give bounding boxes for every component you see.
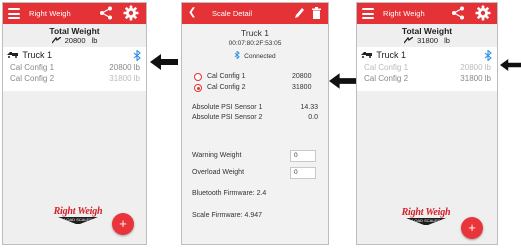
bluetooth-icon — [484, 50, 492, 61]
total-weight-unit: lb — [91, 36, 98, 45]
scale-icon — [404, 37, 414, 44]
share-icon[interactable] — [99, 6, 113, 20]
truck-card[interactable]: Truck 1 Cal Config 1 20800 lb Cal Config… — [357, 47, 497, 91]
plus-icon: + — [119, 216, 127, 231]
config-2-value: 31800 — [292, 84, 312, 91]
gear-icon[interactable] — [123, 5, 139, 21]
arrow-left-icon — [500, 59, 521, 71]
warning-weight-label: Warning Weight — [192, 152, 242, 159]
connection-status: Connected — [182, 50, 328, 60]
total-weight-readout: 31800 lb — [357, 36, 497, 45]
app-bar: ❮ Scale Detail — [182, 3, 328, 24]
truck-name: Truck 1 — [240, 28, 270, 38]
back-chevron-icon[interactable]: ❮ — [188, 7, 196, 18]
config-2-radio[interactable] — [194, 84, 202, 92]
total-weight-value: 20800 — [64, 36, 86, 45]
config-1-value: 20800 lb — [109, 63, 140, 72]
bluetooth-firmware: Bluetooth Firmware: 2.4 — [192, 190, 267, 197]
config-1-radio[interactable] — [194, 73, 202, 81]
total-weight-readout: 20800 lb — [3, 36, 146, 45]
phone-screen-right: Right Weigh Total Weight 31800 lb Truck … — [356, 2, 498, 245]
plus-icon: + — [468, 220, 476, 235]
truck-name: Truck 1 — [22, 50, 53, 60]
config-1-label: Cal Config 1 — [207, 73, 246, 80]
config-2-label: Cal Config 2 — [207, 84, 246, 91]
overload-weight-label: Overload Weight — [192, 169, 245, 176]
truck-row: Truck 1 — [7, 50, 52, 60]
warning-weight-input[interactable]: 0 — [290, 150, 316, 162]
arrow-left-icon — [150, 54, 178, 70]
total-weight-label: Total Weight — [401, 26, 453, 36]
config-2-value: 31800 lb — [460, 74, 491, 83]
total-weight-label: Total Weight — [49, 26, 100, 36]
mac-address: 00:07:80:2F:53:05 — [228, 40, 282, 47]
hamburger-menu-icon[interactable] — [8, 8, 20, 19]
config-1-value: 20800 lb — [460, 63, 491, 72]
right-weigh-logo: Right Weigh LOAD SCALES — [401, 207, 451, 225]
config-2-label: Cal Config 2 — [364, 74, 409, 83]
truck-row: Truck 1 — [361, 50, 406, 60]
add-button[interactable]: + — [461, 217, 483, 239]
hamburger-menu-icon[interactable] — [362, 8, 374, 19]
truck-card[interactable]: Truck 1 Cal Config 1 20800 lb Cal Config… — [3, 47, 146, 91]
trash-icon[interactable] — [312, 7, 321, 19]
scale-firmware: Scale Firmware: 4.947 — [192, 212, 263, 219]
app-title: Right Weigh — [29, 9, 71, 18]
total-weight-value: 31800 — [417, 36, 438, 45]
total-weight-unit: lb — [444, 36, 450, 45]
sensor-1-label: Absolute PSI Sensor 1 — [192, 104, 263, 111]
arrow-left-icon — [329, 73, 356, 89]
connection-status-text: Connected — [244, 53, 276, 60]
truck-icon — [7, 52, 18, 58]
bluetooth-icon — [234, 50, 241, 60]
gear-icon[interactable] — [475, 5, 491, 21]
bluetooth-icon — [133, 50, 141, 61]
overload-weight-input[interactable]: 0 — [290, 167, 316, 179]
app-bar: Right Weigh — [357, 3, 497, 24]
screen-title: Scale Detail — [212, 9, 253, 18]
config-1-label: Cal Config 1 — [10, 63, 55, 72]
sensor-2-value: 0.0 — [308, 114, 318, 121]
right-weigh-logo: Right Weigh LOAD SCALES — [53, 206, 103, 224]
config-1-label: Cal Config 1 — [364, 63, 409, 72]
sensor-1-value: 14.33 — [300, 104, 318, 111]
sensor-2-label: Absolute PSI Sensor 2 — [192, 114, 263, 121]
app-bar: Right Weigh — [3, 3, 146, 24]
config-1-value: 20800 — [292, 73, 312, 80]
phone-screen-left: Right Weigh Total Weight 20800 lb Truck … — [2, 2, 147, 245]
config-2-label: Cal Config 2 — [10, 74, 55, 83]
phone-screen-middle: ❮ Scale Detail Truck 1 00:07:80:2F:53:05… — [181, 2, 329, 245]
scale-icon — [51, 37, 61, 44]
pencil-icon[interactable] — [294, 7, 305, 19]
app-title: Right Weigh — [383, 9, 425, 18]
truck-icon — [361, 52, 372, 58]
add-button[interactable]: + — [112, 213, 134, 235]
truck-name: Truck 1 — [376, 50, 407, 60]
config-2-value: 31800 lb — [109, 74, 140, 83]
share-icon[interactable] — [451, 6, 465, 20]
